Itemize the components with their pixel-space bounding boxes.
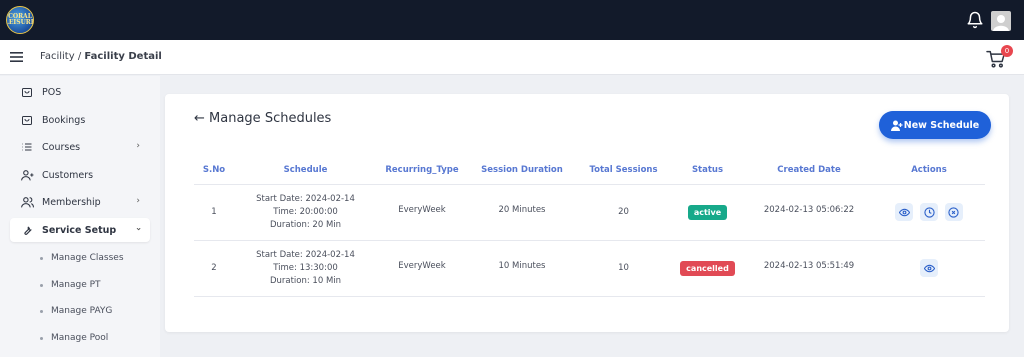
- cell-session-duration: 10 Minutes: [467, 240, 577, 297]
- eye-icon: [898, 208, 910, 216]
- sidebar-item-label: Membership: [42, 196, 101, 208]
- cell-created-date: 2024-02-13 05:06:22: [745, 184, 873, 241]
- table-row: 2 Start Date: 2024-02-14 Time: 13:30:00 …: [194, 240, 985, 297]
- bell-icon[interactable]: [966, 11, 984, 29]
- chevron-right-icon: ›: [136, 196, 140, 206]
- schedule-time: Time: 13:30:00: [273, 262, 338, 273]
- eye-icon: [923, 264, 935, 272]
- new-schedule-button[interactable]: New Schedule: [879, 111, 991, 139]
- wrench-icon: [20, 223, 34, 237]
- table-header-row: S.No Schedule Recurring_Type Session Dur…: [194, 156, 985, 185]
- col-session-duration: Session Duration: [467, 156, 577, 185]
- user-silhouette-icon: [993, 15, 1009, 31]
- view-button[interactable]: [920, 259, 938, 277]
- schedule-duration: Duration: 20 Min: [269, 219, 342, 230]
- bag-icon: [20, 113, 34, 127]
- sidebar-subitem-label: Manage Classes: [51, 253, 124, 263]
- col-created-date: Created Date: [745, 156, 873, 185]
- user-avatar[interactable]: [991, 11, 1011, 31]
- breadcrumb-facility[interactable]: Facility: [40, 51, 75, 62]
- bag-icon: [20, 85, 34, 99]
- cell-sno: 2: [194, 240, 234, 297]
- schedule-duration: Duration: 10 Min: [269, 275, 342, 286]
- clock-icon: [923, 206, 935, 218]
- cell-actions: [873, 184, 985, 241]
- cell-schedule: Start Date: 2024-02-14 Time: 20:00:00 Du…: [234, 184, 377, 241]
- user-plus-icon: [20, 168, 34, 182]
- cell-total-sessions: 10: [577, 240, 670, 297]
- schedule-time: Time: 20:00:00: [273, 206, 338, 217]
- breadcrumb-separator: /: [74, 51, 85, 62]
- cell-recurring-type: EveryWeek: [377, 240, 467, 297]
- schedules-table: S.No Schedule Recurring_Type Session Dur…: [194, 156, 985, 297]
- col-schedule: Schedule: [234, 156, 377, 185]
- bullet-icon: [40, 256, 43, 260]
- col-actions: Actions: [873, 156, 985, 185]
- back-arrow-icon[interactable]: ←: [194, 111, 205, 126]
- top-bar: CORAL LEISURE: [0, 0, 1024, 40]
- hamburger-menu-icon[interactable]: [10, 51, 23, 63]
- sidebar-item-label: POS: [42, 86, 62, 98]
- cell-created-date: 2024-02-13 05:51:49: [745, 240, 873, 297]
- breadcrumb: Facility / Facility Detail: [40, 51, 162, 62]
- cell-actions: [873, 240, 985, 297]
- schedule-start: Start Date: 2024-02-14: [256, 193, 355, 204]
- cell-recurring-type: EveryWeek: [377, 184, 467, 241]
- cell-sno: 1: [194, 184, 234, 241]
- cart-count-badge: 0: [1001, 45, 1013, 57]
- user-plus-icon: [890, 120, 903, 131]
- cell-session-duration: 20 Minutes: [467, 184, 577, 241]
- new-schedule-label: New Schedule: [903, 119, 980, 131]
- sidebar-item-courses[interactable]: Courses ›: [10, 135, 150, 159]
- cancel-button[interactable]: [944, 203, 963, 221]
- sidebar-item-pos[interactable]: POS: [10, 80, 150, 104]
- sidebar-item-bookings[interactable]: Bookings: [10, 108, 150, 132]
- sidebar-subitem-manage-classes[interactable]: Manage Classes: [40, 253, 124, 263]
- table-row: 1 Start Date: 2024-02-14 Time: 20:00:00 …: [194, 184, 985, 241]
- cell-status: cancelled: [670, 240, 745, 297]
- cell-schedule: Start Date: 2024-02-14 Time: 13:30:00 Du…: [234, 240, 377, 297]
- schedules-card: ← Manage Schedules New Schedule S.No Sch…: [165, 94, 1009, 332]
- col-total-sessions: Total Sessions: [577, 156, 670, 185]
- bullet-icon: [40, 336, 43, 340]
- coral-leisure-logo[interactable]: CORAL LEISURE: [6, 6, 34, 34]
- users-icon: [20, 195, 34, 209]
- status-badge: cancelled: [680, 260, 735, 276]
- sidebar-subitem-manage-payg[interactable]: Manage PAYG: [40, 306, 112, 316]
- chevron-right-icon: ›: [136, 141, 140, 151]
- sidebar-item-label: Service Setup: [42, 224, 117, 236]
- reschedule-button[interactable]: [920, 203, 938, 221]
- sidebar-item-label: Bookings: [42, 114, 86, 126]
- chevron-down-icon: ›: [133, 227, 144, 231]
- page-title-text: Manage Schedules: [209, 111, 332, 126]
- sidebar-item-label: Courses: [42, 141, 81, 153]
- status-badge: active: [687, 204, 728, 220]
- cell-status: active: [670, 184, 745, 241]
- sidebar-item-service-setup[interactable]: Service Setup ›: [10, 218, 150, 242]
- sidebar-item-membership[interactable]: Membership ›: [10, 190, 150, 214]
- breadcrumb-bar: Facility / Facility Detail: [0, 40, 1024, 75]
- sidebar-subitem-label: Manage PAYG: [51, 306, 113, 316]
- page-title: ← Manage Schedules: [194, 111, 331, 126]
- sidebar-item-customers[interactable]: Customers: [10, 163, 150, 187]
- list-icon: [20, 140, 34, 154]
- cell-total-sessions: 20: [577, 184, 670, 241]
- cancel-icon: [948, 206, 959, 218]
- view-button[interactable]: [895, 203, 914, 221]
- sidebar-item-label: Customers: [42, 169, 94, 181]
- logo-text: CORAL LEISURE: [6, 13, 34, 26]
- col-status: Status: [670, 156, 745, 185]
- sidebar-subitem-manage-pt[interactable]: Manage PT: [40, 280, 101, 290]
- bullet-icon: [40, 309, 43, 313]
- sidebar-subitem-manage-pool[interactable]: Manage Pool: [40, 333, 108, 343]
- col-sno: S.No: [194, 156, 234, 185]
- sidebar-subitem-label: Manage PT: [51, 280, 101, 290]
- sidebar: POS Bookings Courses › Customers Members…: [0, 76, 160, 357]
- bullet-icon: [40, 283, 43, 287]
- sidebar-subitem-label: Manage Pool: [51, 333, 109, 343]
- schedule-start: Start Date: 2024-02-14: [256, 249, 355, 260]
- breadcrumb-facility-detail: Facility Detail: [84, 51, 162, 62]
- col-recurring-type: Recurring_Type: [377, 156, 467, 185]
